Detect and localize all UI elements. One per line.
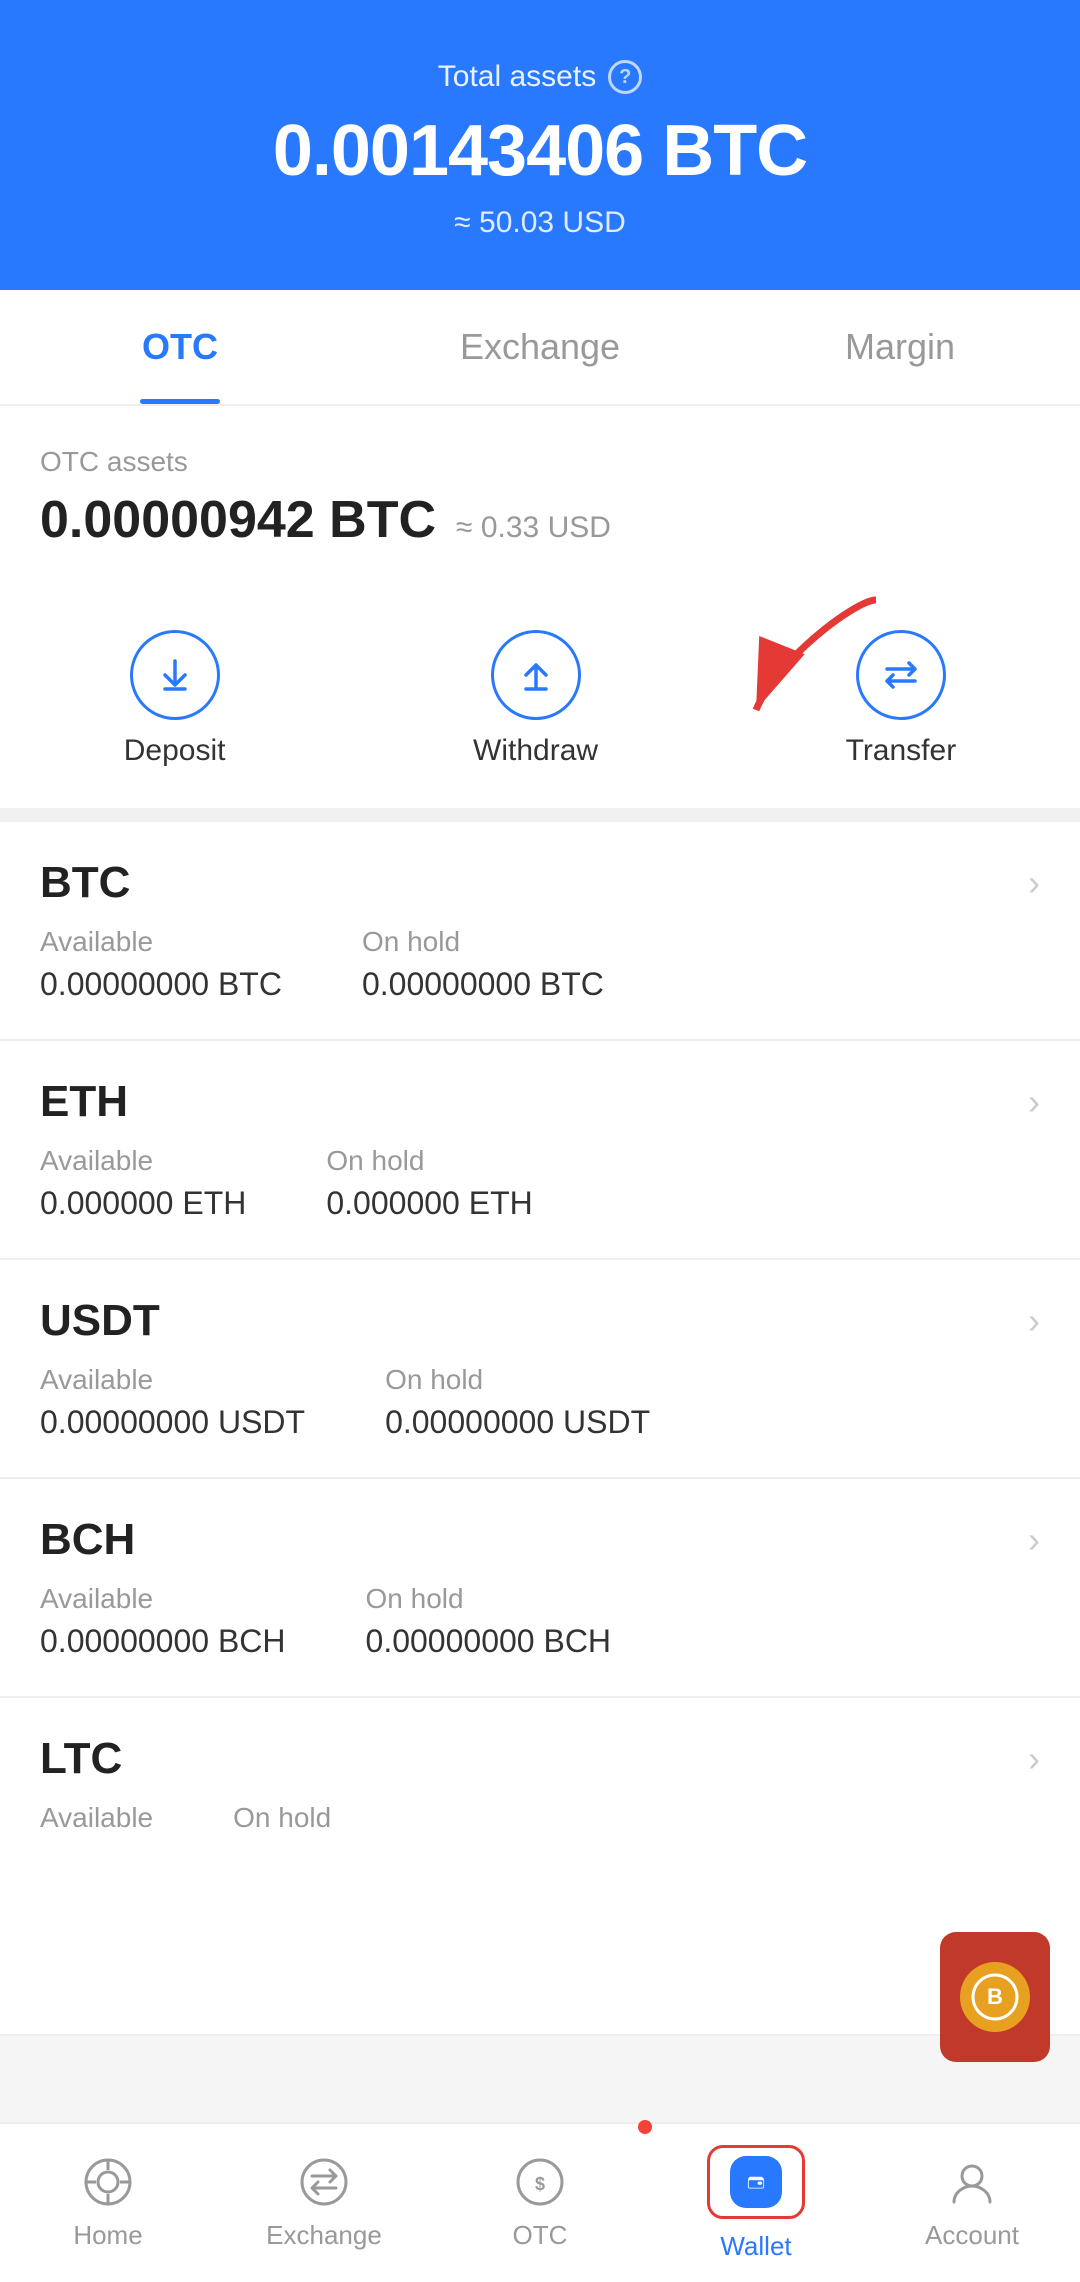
otc-assets-label: OTC assets	[40, 446, 1040, 478]
nav-otc-label: OTC	[513, 2220, 568, 2251]
home-icon	[82, 2156, 134, 2208]
withdraw-button[interactable]: Withdraw	[473, 630, 598, 768]
otc-nav-icon: $	[514, 2156, 566, 2208]
chevron-right-eth: ›	[1028, 1081, 1040, 1123]
chevron-right-bch: ›	[1028, 1519, 1040, 1561]
asset-name-ltc: LTC	[40, 1734, 122, 1784]
otc-section: OTC assets 0.00000942 BTC ≈ 0.33 USD	[0, 406, 1080, 610]
wallet-icon	[730, 2156, 782, 2208]
section-divider	[0, 808, 1080, 822]
nav-exchange-label: Exchange	[266, 2220, 382, 2251]
nav-item-home[interactable]: Home	[0, 2124, 216, 2282]
asset-item-usdt[interactable]: USDT › Available 0.00000000 USDT On hold…	[0, 1260, 1080, 1479]
transfer-label: Transfer	[846, 734, 957, 768]
btc-available-value: 0.00000000 BTC	[40, 966, 282, 1003]
deposit-label: Deposit	[124, 734, 226, 768]
eth-available-value: 0.000000 ETH	[40, 1185, 246, 1222]
usdt-available-label: Available	[40, 1364, 305, 1396]
asset-name-bch: BCH	[40, 1515, 135, 1565]
tab-exchange[interactable]: Exchange	[360, 290, 720, 404]
help-icon[interactable]: ?	[608, 60, 642, 94]
usdt-available-value: 0.00000000 USDT	[40, 1404, 305, 1441]
nav-wallet-label: Wallet	[720, 2231, 791, 2262]
chevron-right-usdt: ›	[1028, 1300, 1040, 1342]
otc-usd-approx: ≈ 0.33 USD	[456, 511, 611, 545]
tabs-container: OTC Exchange Margin	[0, 290, 1080, 406]
nav-account-label: Account	[925, 2220, 1019, 2251]
nav-item-account[interactable]: Account	[864, 2124, 1080, 2282]
nav-item-exchange[interactable]: Exchange	[216, 2124, 432, 2282]
total-usd-value: ≈ 50.03 USD	[40, 206, 1040, 240]
nav-item-wallet[interactable]: Wallet	[648, 2124, 864, 2282]
asset-name-usdt: USDT	[40, 1296, 160, 1346]
account-icon	[946, 2156, 998, 2208]
float-btn-inner: B	[960, 1962, 1030, 2032]
asset-item-btc[interactable]: BTC › Available 0.00000000 BTC On hold 0…	[0, 822, 1080, 1041]
btc-available-label: Available	[40, 926, 282, 958]
withdraw-label: Withdraw	[473, 734, 598, 768]
bch-onhold-label: On hold	[366, 1583, 612, 1615]
action-buttons: Deposit Withdraw Transfer	[0, 610, 1080, 808]
tab-margin[interactable]: Margin	[720, 290, 1080, 404]
asset-item-ltc[interactable]: LTC › Available On hold	[0, 1698, 1080, 2036]
total-btc-value: 0.00143406 BTC	[40, 110, 1040, 192]
svg-text:$: $	[535, 2174, 545, 2194]
eth-available-label: Available	[40, 1145, 246, 1177]
asset-name-btc: BTC	[40, 858, 130, 908]
ltc-available-label: Available	[40, 1802, 153, 1834]
transfer-button[interactable]: Transfer	[846, 630, 957, 768]
header: Total assets ? 0.00143406 BTC ≈ 50.03 US…	[0, 0, 1080, 290]
wallet-nav-wrapper	[707, 2145, 805, 2219]
bch-available-label: Available	[40, 1583, 286, 1615]
float-button[interactable]: B	[940, 1932, 1050, 2062]
otc-btc-value: 0.00000942 BTC	[40, 490, 436, 550]
asset-name-eth: ETH	[40, 1077, 128, 1127]
bottom-nav: Home Exchange $ OTC	[0, 2122, 1080, 2282]
usdt-onhold-value: 0.00000000 USDT	[385, 1404, 650, 1441]
chevron-right-btc: ›	[1028, 862, 1040, 904]
usdt-onhold-label: On hold	[385, 1364, 650, 1396]
total-assets-label: Total assets ?	[40, 60, 1040, 94]
withdraw-icon-circle	[491, 630, 581, 720]
btc-onhold-value: 0.00000000 BTC	[362, 966, 604, 1003]
btc-onhold-label: On hold	[362, 926, 604, 958]
deposit-icon-circle	[130, 630, 220, 720]
bch-onhold-value: 0.00000000 BCH	[366, 1623, 612, 1660]
exchange-icon	[298, 2156, 350, 2208]
asset-item-bch[interactable]: BCH › Available 0.00000000 BCH On hold 0…	[0, 1479, 1080, 1698]
ltc-onhold-label: On hold	[233, 1802, 331, 1834]
deposit-button[interactable]: Deposit	[124, 630, 226, 768]
eth-onhold-label: On hold	[326, 1145, 532, 1177]
transfer-icon-circle	[856, 630, 946, 720]
tab-otc[interactable]: OTC	[0, 290, 360, 404]
bch-available-value: 0.00000000 BCH	[40, 1623, 286, 1660]
nav-item-otc[interactable]: $ OTC	[432, 2124, 648, 2282]
asset-list: BTC › Available 0.00000000 BTC On hold 0…	[0, 822, 1080, 2036]
nav-home-label: Home	[73, 2220, 142, 2251]
svg-text:B: B	[987, 1984, 1003, 2009]
eth-onhold-value: 0.000000 ETH	[326, 1185, 532, 1222]
asset-item-eth[interactable]: ETH › Available 0.000000 ETH On hold 0.0…	[0, 1041, 1080, 1260]
chevron-right-ltc: ›	[1028, 1738, 1040, 1780]
